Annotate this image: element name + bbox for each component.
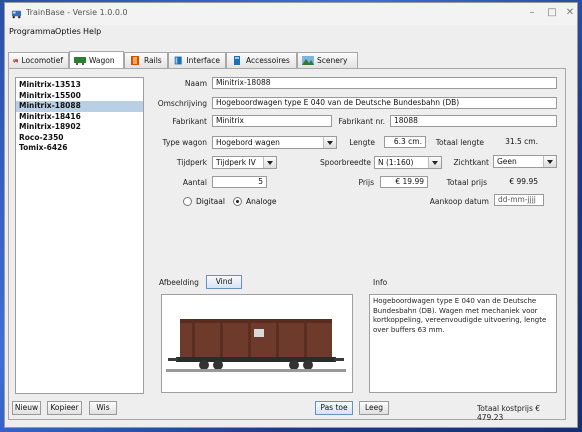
prijs-field[interactable]: € 19.99 [380, 176, 428, 188]
naam-field[interactable]: Minitrix-18088 [212, 77, 557, 89]
analoge-radio[interactable]: Analoge [233, 197, 277, 206]
tab-wagon-label: Wagon [89, 56, 115, 65]
lengte-field[interactable]: 6.3 cm. [384, 136, 426, 148]
tab-rails-label: Rails [144, 56, 162, 65]
tab-interface-label: Interface [186, 56, 220, 65]
digitaal-label: Digitaal [196, 197, 225, 206]
wagon-panel: Minitrix-13513 Minitrix-15500 Minitrix-1… [8, 68, 566, 422]
totaal-lengte-label: Totaal lengte [435, 138, 484, 147]
interface-icon [174, 56, 182, 65]
tijdperk-select[interactable]: Tijdperk IV [212, 156, 277, 169]
chevron-down-icon[interactable] [543, 156, 556, 167]
radio-on-icon [233, 197, 242, 206]
lengte-label: Lengte [349, 138, 375, 147]
total-cost: Totaal kostprijs € 479.23 [477, 404, 541, 422]
naam-label: Naam [184, 79, 207, 88]
menu-opties[interactable]: Opties [55, 27, 81, 36]
omschrijving-label: Omschrijving [157, 99, 207, 108]
tab-scenery[interactable]: Scenery [297, 52, 358, 68]
digitaal-radio[interactable]: Digitaal [183, 197, 225, 206]
list-item[interactable]: Minitrix-18416 [16, 112, 143, 123]
radio-off-icon [183, 197, 192, 206]
tab-wagon[interactable]: Wagon [69, 51, 124, 69]
accessories-icon [234, 56, 240, 65]
aantal-field[interactable]: 5 [212, 176, 267, 188]
app-train-icon [11, 10, 22, 19]
list-item[interactable]: Tomix-6426 [16, 143, 143, 154]
totaal-prijs-label: Totaal prijs [446, 178, 487, 187]
type-wagon-label: Type wagon [162, 138, 207, 147]
info-label: Info [373, 278, 388, 287]
zichtkant-value: Geen [497, 157, 517, 166]
tab-scenery-label: Scenery [317, 56, 348, 65]
menu-help[interactable]: Help [83, 27, 101, 36]
list-item[interactable]: Roco-2350 [16, 133, 143, 144]
vind-button[interactable]: Vind [206, 275, 242, 289]
chevron-down-icon[interactable] [323, 137, 336, 148]
tab-interface[interactable]: Interface [168, 52, 226, 68]
menu-bar: Programma Opties Help [5, 25, 577, 39]
tab-accessoires[interactable]: Accessoires [226, 52, 297, 68]
wagon-icon [74, 57, 86, 65]
wagon-list[interactable]: Minitrix-13513 Minitrix-15500 Minitrix-1… [15, 77, 144, 394]
pas-toe-button[interactable]: Pas toe [315, 401, 353, 415]
chevron-down-icon[interactable] [263, 157, 276, 168]
omschrijving-field[interactable]: Hogeboordwagen type E 040 van de Deutsch… [212, 97, 557, 109]
aankoop-datum-field[interactable]: dd-mm-jjjj [494, 194, 544, 206]
tab-locomotief[interactable]: Locomotief [8, 52, 69, 68]
fabrikantnr-field[interactable]: 18088 [390, 115, 557, 127]
list-item[interactable]: Minitrix-18902 [16, 122, 143, 133]
tijdperk-label: Tijdperk [176, 158, 207, 167]
wagon-image [161, 294, 353, 393]
type-wagon-select[interactable]: Hogebord wagen [212, 136, 337, 149]
wis-button[interactable]: Wis [89, 401, 117, 415]
maximize-button[interactable]: □ [545, 7, 559, 19]
locomotive-icon [13, 59, 19, 63]
tab-rails[interactable]: Rails [124, 52, 168, 68]
totaal-prijs-value: € 99.95 [492, 176, 542, 188]
prijs-label: Prijs [358, 178, 374, 187]
type-wagon-value: Hogebord wagen [216, 138, 280, 147]
list-item-selected[interactable]: Minitrix-18088 [16, 101, 143, 112]
zichtkant-select[interactable]: Geen [493, 155, 557, 168]
fabrikant-field[interactable]: Minitrix [212, 115, 332, 127]
analoge-label: Analoge [246, 197, 277, 206]
tab-accessoires-label: Accessoires [246, 56, 290, 65]
tijdperk-value: Tijdperk IV [216, 158, 256, 167]
tab-locomotief-label: Locomotief [21, 56, 63, 65]
scenery-icon [302, 56, 314, 65]
window-title: TrainBase - Versie 1.0.0.0 [26, 8, 128, 17]
list-item[interactable]: Minitrix-15500 [16, 91, 143, 102]
aantal-label: Aantal [182, 178, 207, 187]
fabrikantnr-label: Fabrikant nr. [338, 117, 385, 126]
info-textarea[interactable]: Hogeboordwagen type E 040 van de Deutsch… [369, 294, 557, 393]
kopieer-button[interactable]: Kopieer [47, 401, 82, 415]
chevron-down-icon[interactable] [428, 157, 441, 168]
aankoop-datum-label: Aankoop datum [429, 197, 489, 206]
minimize-button[interactable]: – [525, 7, 539, 19]
fabrikant-label: Fabrikant [172, 117, 207, 126]
leeg-button[interactable]: Leeg [359, 401, 389, 415]
afbeelding-label: Afbeelding [159, 278, 199, 287]
wagon-photo-icon [166, 319, 346, 372]
title-bar: TrainBase - Versie 1.0.0.0 – □ ✕ [5, 3, 577, 25]
nieuw-button[interactable]: Nieuw [12, 401, 41, 415]
list-item[interactable]: Minitrix-13513 [16, 80, 143, 91]
spoorbreedte-select[interactable]: N (1:160) [374, 156, 442, 169]
spoorbreedte-label: Spoorbreedte [319, 158, 371, 167]
totaal-lengte-value: 31.5 cm. [492, 136, 542, 148]
menu-programma[interactable]: Programma [9, 27, 55, 36]
zichtkant-label: Zichtkant [453, 158, 489, 167]
spoorbreedte-value: N (1:160) [378, 158, 414, 167]
close-button[interactable]: ✕ [563, 7, 577, 19]
rails-icon [131, 56, 139, 65]
